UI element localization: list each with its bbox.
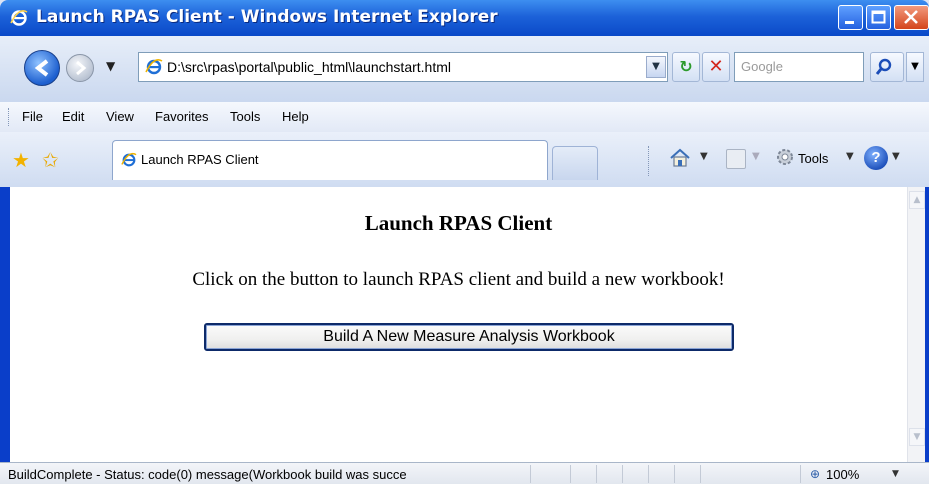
address-field[interactable]: D:\src\rpas\portal\public_html\launchsta… xyxy=(138,52,668,82)
status-divider xyxy=(800,465,801,483)
menu-tools[interactable]: Tools xyxy=(230,109,260,124)
scroll-up-icon[interactable]: ▲ xyxy=(909,191,925,209)
favorites-star-icon[interactable]: ★ xyxy=(12,148,30,172)
menu-view[interactable]: View xyxy=(106,109,134,124)
zoom-dropdown-icon[interactable]: ▼ xyxy=(892,469,899,479)
forward-button[interactable] xyxy=(66,54,94,82)
refresh-button[interactable]: ↻ xyxy=(672,52,700,82)
scroll-down-icon[interactable]: ▼ xyxy=(909,428,925,446)
window-frame-left xyxy=(0,187,10,462)
search-button[interactable] xyxy=(870,52,904,82)
title-bar: Launch RPAS Client - Windows Internet Ex… xyxy=(0,0,929,36)
back-icon xyxy=(34,59,49,77)
help-icon[interactable]: ? xyxy=(864,146,888,170)
status-divider xyxy=(648,465,649,483)
status-divider xyxy=(700,465,701,483)
add-favorites-icon[interactable]: ✩ xyxy=(42,148,59,172)
maximize-icon xyxy=(871,10,886,24)
tab-launch-rpas[interactable]: Launch RPAS Client xyxy=(112,140,548,180)
search-options-button[interactable]: ▼ xyxy=(906,52,924,82)
refresh-icon: ↻ xyxy=(679,57,693,76)
toolbar-separator xyxy=(648,146,649,176)
home-dropdown-icon[interactable]: ▼ xyxy=(700,151,708,162)
menu-help[interactable]: Help xyxy=(282,109,309,124)
status-divider xyxy=(570,465,571,483)
search-placeholder: Google xyxy=(741,59,783,74)
stop-icon: ✕ xyxy=(708,56,724,77)
status-divider xyxy=(530,465,531,483)
search-icon xyxy=(875,58,892,75)
ie-logo-icon xyxy=(10,10,28,26)
new-tab-button[interactable] xyxy=(552,146,598,180)
window-title: Launch RPAS Client - Windows Internet Ex… xyxy=(36,7,498,27)
minimize-button[interactable] xyxy=(838,5,863,30)
tools-button[interactable]: Tools xyxy=(798,151,828,166)
menu-grip xyxy=(8,108,12,126)
window-frame-right xyxy=(925,187,929,462)
page-description: Click on the button to launch RPAS clien… xyxy=(192,269,725,290)
close-icon xyxy=(904,10,918,24)
search-field[interactable]: Google xyxy=(734,52,864,82)
tools-dropdown-icon[interactable]: ▼ xyxy=(846,151,854,162)
status-text: BuildComplete - Status: code(0) message(… xyxy=(8,467,407,482)
close-button[interactable] xyxy=(894,5,929,30)
feeds-icon[interactable] xyxy=(726,149,746,169)
address-dropdown-button[interactable]: ▼ xyxy=(646,56,666,78)
tab-ie-icon xyxy=(121,152,137,167)
vertical-scrollbar[interactable]: ▲ ▼ xyxy=(907,187,925,462)
status-divider xyxy=(596,465,597,483)
zoom-icon[interactable]: ⊕ xyxy=(810,467,820,481)
browser-window: Launch RPAS Client - Windows Internet Ex… xyxy=(0,0,929,484)
stop-button[interactable]: ✕ xyxy=(702,52,730,82)
zoom-level[interactable]: 100% xyxy=(826,467,859,482)
status-bar: BuildComplete - Status: code(0) message(… xyxy=(0,462,929,484)
home-icon[interactable] xyxy=(668,146,692,170)
forward-icon xyxy=(76,60,87,76)
status-divider xyxy=(622,465,623,483)
menu-favorites[interactable]: Favorites xyxy=(155,109,208,124)
menu-file[interactable]: File xyxy=(22,109,43,124)
history-dropdown-icon[interactable]: ▼ xyxy=(106,59,115,73)
tab-label: Launch RPAS Client xyxy=(141,152,259,167)
back-button[interactable] xyxy=(24,50,60,86)
menu-edit[interactable]: Edit xyxy=(62,109,84,124)
minimize-icon xyxy=(845,21,854,24)
gear-icon[interactable] xyxy=(774,146,796,168)
maximize-button[interactable] xyxy=(866,5,891,30)
menu-bar: File Edit View Favorites Tools Help xyxy=(0,102,929,133)
build-workbook-button[interactable]: Build A New Measure Analysis Workbook xyxy=(204,323,734,351)
help-dropdown-icon[interactable]: ▼ xyxy=(892,151,900,162)
status-divider xyxy=(674,465,675,483)
page-heading: Launch RPAS Client xyxy=(364,211,553,235)
address-text: D:\src\rpas\portal\public_html\launchsta… xyxy=(167,59,451,75)
page-ie-icon xyxy=(145,59,163,75)
feeds-dropdown-icon[interactable]: ▼ xyxy=(752,151,760,162)
